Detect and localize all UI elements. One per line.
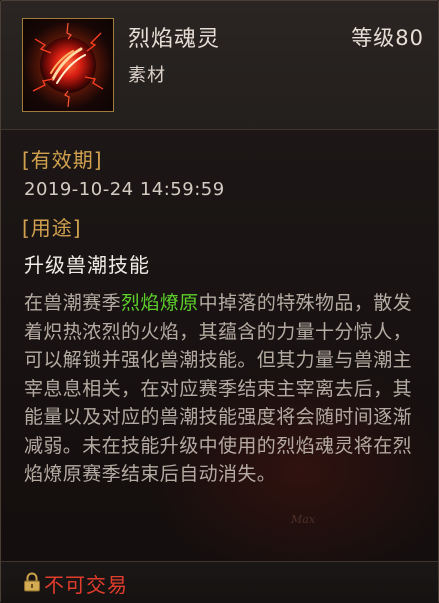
tooltip-header: 烈焰魂灵 等级80 素材 [1, 1, 438, 130]
tooltip-footer: 不可交易 [1, 561, 438, 603]
description-text-after: 中掉落的特殊物品，散发着炽热浓烈的火焰，其蕴含的力量十分惊人，可以解锁并强化兽潮… [24, 292, 413, 485]
fire-orb-icon [24, 21, 112, 109]
item-description: 在兽潮赛季烈焰燎原中掉落的特殊物品，散发着炽热浓烈的火焰，其蕴含的力量十分惊人，… [24, 289, 420, 489]
item-level: 等级80 [351, 26, 424, 50]
item-tooltip: 烈焰魂灵 等级80 素材 [有效期] 2019-10-24 14:59:59 [… [0, 0, 439, 603]
usage-heading: [用途] [22, 216, 82, 240]
usage-value: 升级兽潮技能 [24, 253, 150, 277]
description-text-before: 在兽潮赛季 [24, 292, 122, 314]
expiry-value: 2019-10-24 14:59:59 [24, 179, 225, 200]
lock-icon [24, 572, 40, 592]
trade-status: 不可交易 [44, 573, 128, 597]
item-icon-frame [22, 18, 114, 112]
item-type: 素材 [128, 65, 166, 86]
description-highlight: 烈焰燎原 [121, 292, 199, 314]
item-name: 烈焰魂灵 [128, 27, 221, 52]
watermark: Max [291, 513, 316, 526]
expiry-heading: [有效期] [22, 148, 103, 172]
